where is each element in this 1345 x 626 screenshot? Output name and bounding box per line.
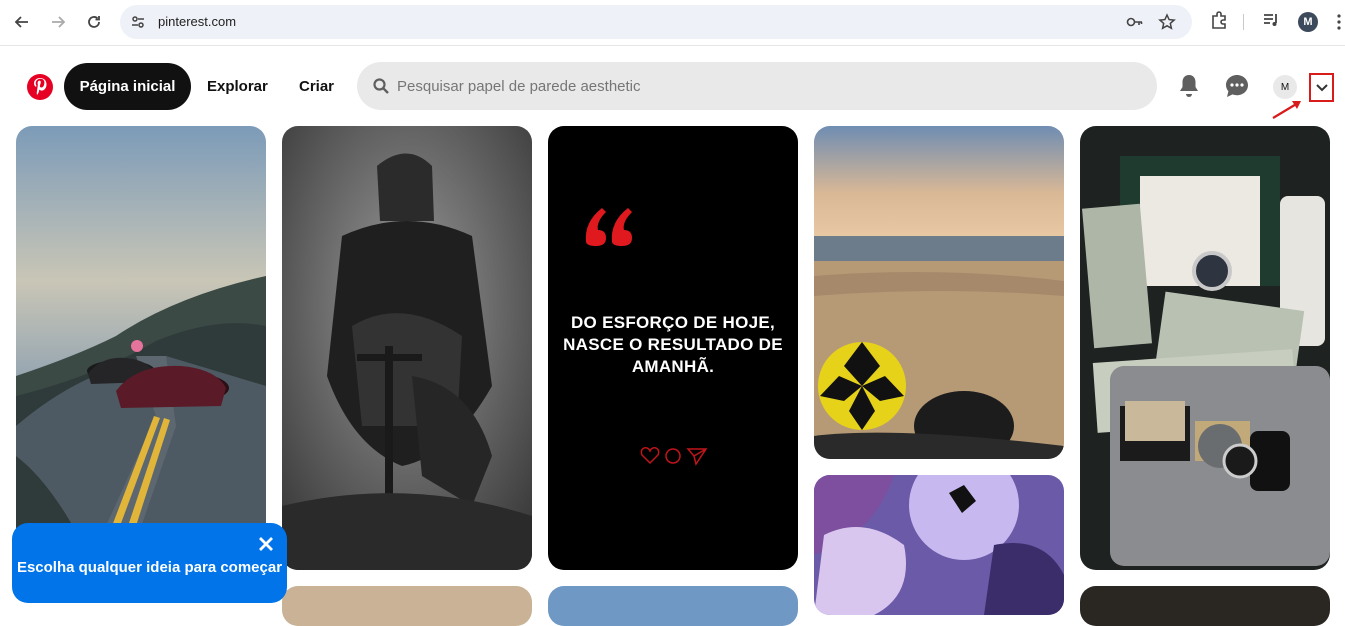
pinterest-header: Página inicial Explorar Criar M: [0, 46, 1345, 126]
bookmark-star-icon[interactable]: [1158, 13, 1176, 31]
url-text: pinterest.com: [158, 14, 237, 29]
pin-image: [1080, 126, 1330, 570]
quote-mark-icon: [585, 208, 632, 246]
search-bar[interactable]: [357, 62, 1157, 110]
pin-card-partial[interactable]: [548, 586, 798, 626]
site-settings-icon[interactable]: [130, 14, 146, 30]
pin-card-knight[interactable]: [282, 126, 532, 570]
extensions-icon[interactable]: [1209, 10, 1229, 30]
reload-icon: [88, 16, 100, 28]
pin-image: [814, 475, 1064, 615]
toast-message: Escolha qualquer ideia para começar: [16, 559, 283, 576]
tab-explore[interactable]: Explorar: [207, 63, 268, 110]
toolbar-divider: [1243, 14, 1244, 30]
pin-card-quote[interactable]: DO ESFORÇO DE HOJE, NASCE O RESULTADO DE…: [548, 126, 798, 570]
pin-card-cars[interactable]: [16, 126, 266, 570]
browser-toolbar: pinterest.com M: [0, 0, 1345, 46]
pin-card-partial[interactable]: [282, 586, 532, 626]
close-icon: [259, 537, 273, 551]
forward-button[interactable]: [47, 11, 69, 33]
user-avatar[interactable]: M: [1273, 75, 1297, 99]
pin-image: [814, 126, 1064, 459]
pin-card-anime[interactable]: [814, 475, 1064, 615]
tab-home[interactable]: Página inicial: [64, 63, 191, 110]
search-icon: [373, 78, 389, 94]
media-controls-icon[interactable]: [1261, 10, 1281, 30]
back-arrow-icon: [14, 16, 28, 28]
search-input[interactable]: [397, 62, 1137, 110]
reload-button[interactable]: [83, 11, 105, 33]
pin-image: [16, 126, 266, 570]
chevron-down-icon: [1315, 83, 1328, 91]
notifications-bell-icon[interactable]: [1178, 73, 1200, 99]
forward-arrow-icon: [52, 16, 66, 28]
annotation-arrow-icon: [1272, 101, 1301, 119]
onboarding-toast: Escolha qualquer ideia para começar: [12, 523, 287, 603]
pin-card-watch[interactable]: [1080, 126, 1330, 570]
messages-icon[interactable]: [1225, 74, 1249, 98]
quote-text: DO ESFORÇO DE HOJE, NASCE O RESULTADO DE…: [563, 313, 783, 376]
tab-create[interactable]: Criar: [299, 63, 334, 110]
pin-card-beach[interactable]: [814, 126, 1064, 459]
browser-profile-avatar[interactable]: M: [1298, 12, 1318, 32]
account-dropdown-button[interactable]: [1309, 73, 1334, 102]
pin-card-partial[interactable]: [1080, 586, 1330, 626]
browser-menu-icon[interactable]: [1336, 13, 1342, 31]
quote-social-icons: [640, 447, 708, 466]
pinterest-logo-icon[interactable]: [27, 74, 53, 100]
back-button[interactable]: [11, 11, 33, 33]
toast-close-button[interactable]: [255, 533, 277, 555]
address-bar[interactable]: pinterest.com: [120, 5, 1192, 39]
key-icon[interactable]: [1126, 14, 1144, 30]
pin-image: [282, 126, 532, 570]
